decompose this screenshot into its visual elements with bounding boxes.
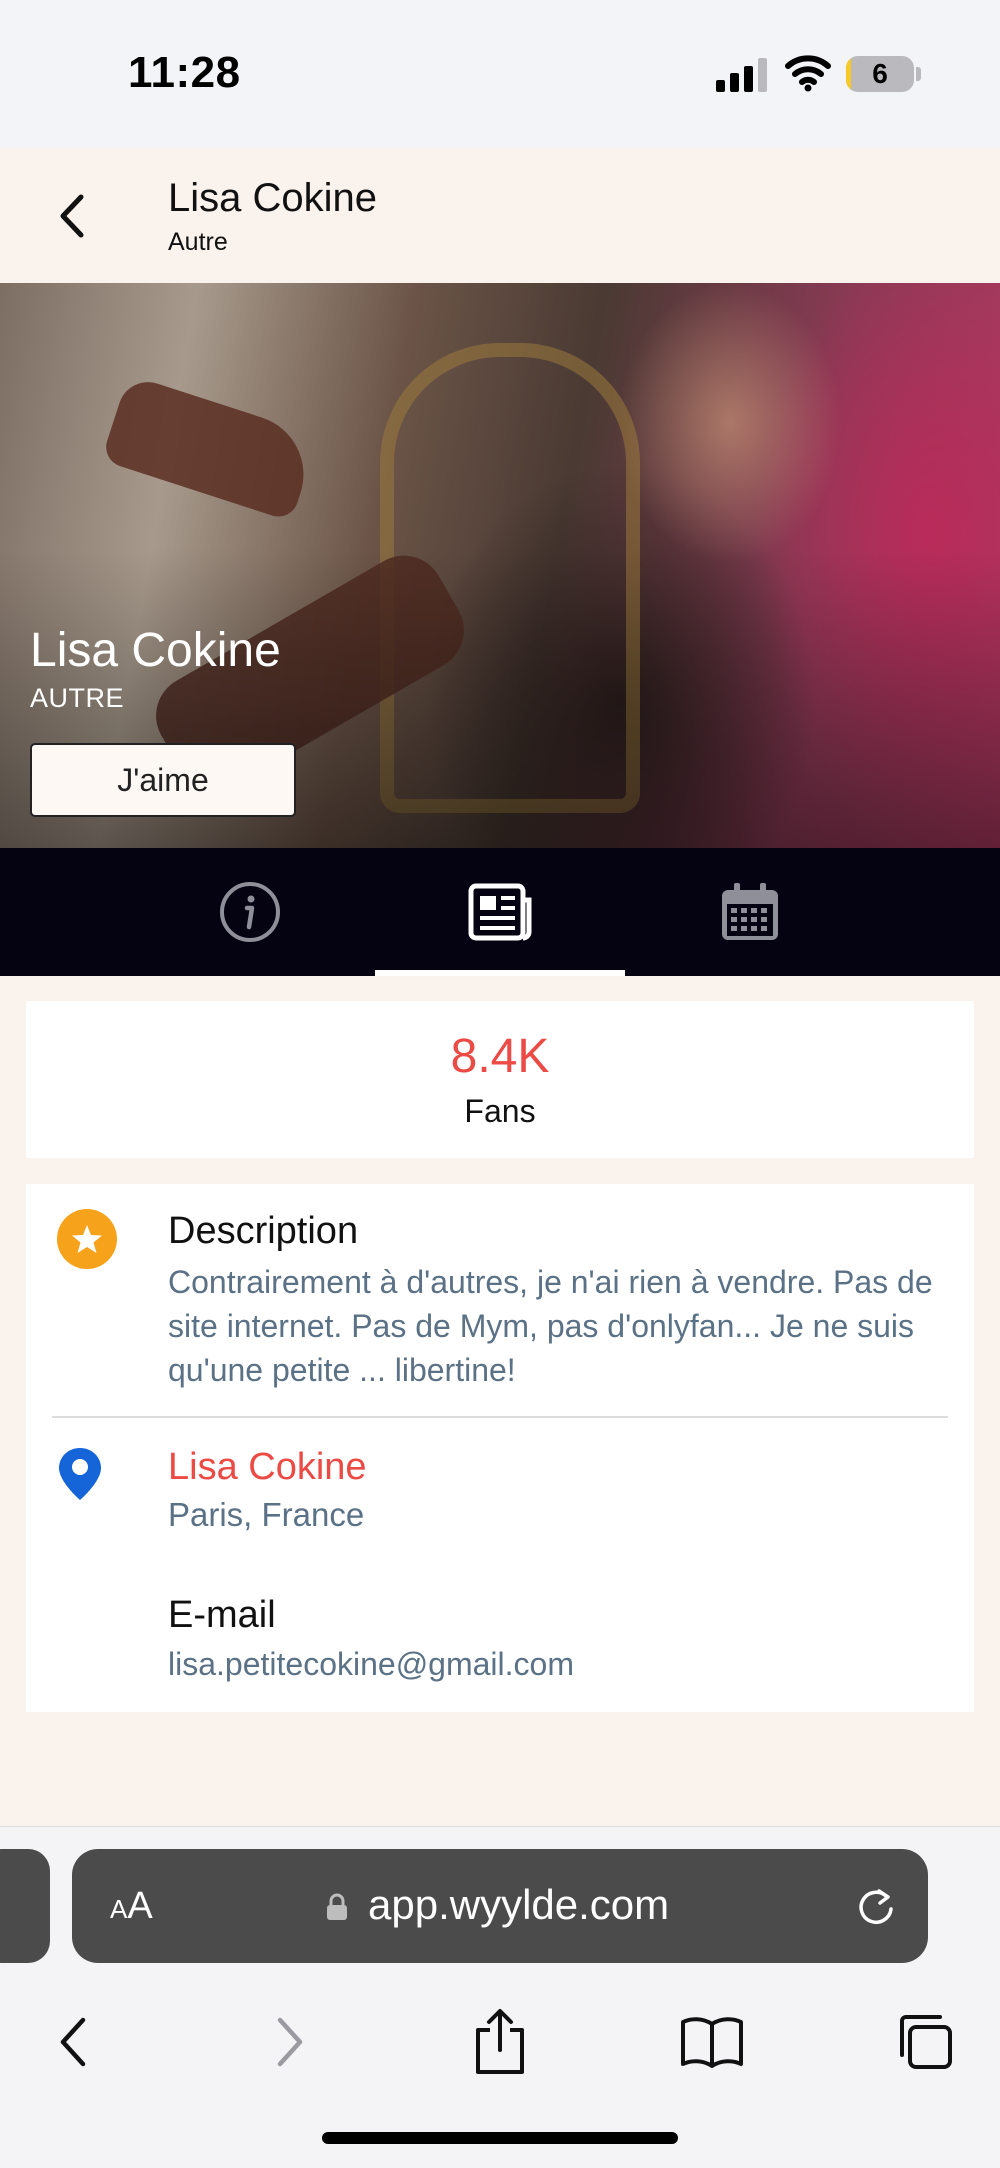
status-bar: 11:28 6 [0,0,1000,148]
battery-tip [916,67,921,81]
fans-label: Fans [464,1093,536,1129]
bookmarks-icon [681,2017,743,2068]
text-size-button[interactable]: AA [110,1885,153,1928]
back-button[interactable] [40,184,104,248]
signal-icon [716,56,768,92]
tab-calendar[interactable] [625,848,875,976]
app-header: Lisa Cokine Autre [0,148,1000,283]
tabs-icon [900,2015,952,2069]
star-icon [57,1209,117,1269]
profile-tabbar [0,848,1000,976]
profile-info-card: Description Contrairement à d'autres, je… [26,1184,974,1712]
tab-news[interactable] [375,848,625,976]
share-icon [476,2009,524,2074]
active-tab-indicator [375,970,625,976]
location-name[interactable]: Lisa Cokine [168,1446,367,1489]
browser-nav-row [0,1997,1000,2087]
fans-card: 8.4K Fans [26,1001,974,1158]
forward-icon [277,2017,303,2067]
email-value[interactable]: lisa.petitecokine@gmail.com [168,1646,574,1683]
email-label: E-mail [168,1594,276,1636]
description-text: Contrairement à d'autres, je n'ai rien à… [168,1264,933,1388]
info-icon [220,882,280,942]
lock-icon [327,1893,347,1920]
bookmarks-button[interactable] [667,1997,757,2087]
previous-tab-peek[interactable] [0,1849,50,1963]
address-bar[interactable]: AA app.wyylde.com [72,1849,928,1963]
profile-cover-photo: Lisa Cokine AUTRE J'aime [0,283,1000,848]
tab-info[interactable] [125,848,375,976]
divider [52,1416,948,1418]
profile-name: Lisa Cokine [30,624,281,677]
browser-toolbar: AA app.wyylde.com [0,1826,1000,2168]
wifi-icon [785,55,831,92]
page-title: Lisa Cokine [168,176,378,220]
location-city: Paris, France [168,1496,365,1533]
location-pin-icon [59,1448,101,1500]
back-icon [60,2017,86,2067]
browser-forward-button[interactable] [245,1997,335,2087]
status-time: 11:28 [128,48,241,97]
home-indicator [322,2132,678,2144]
description-title: Description [168,1210,359,1252]
browser-back-button[interactable] [28,1997,118,2087]
battery-icon: 6 [846,56,914,92]
profile-type: AUTRE [30,683,125,713]
fans-count: 8.4K [450,1030,550,1083]
reload-icon[interactable] [854,1885,898,1929]
chevron-left-icon [60,194,84,238]
share-button[interactable] [455,1997,545,2087]
page-subtitle: Autre [168,228,228,256]
url-text: app.wyylde.com [368,1881,670,1928]
calendar-icon [722,883,778,940]
like-button[interactable]: J'aime [30,743,296,817]
cover-photo-detail [100,374,320,522]
tabs-button[interactable] [880,1997,970,2087]
newspaper-icon [468,883,532,941]
battery-level: 6 [872,58,888,89]
